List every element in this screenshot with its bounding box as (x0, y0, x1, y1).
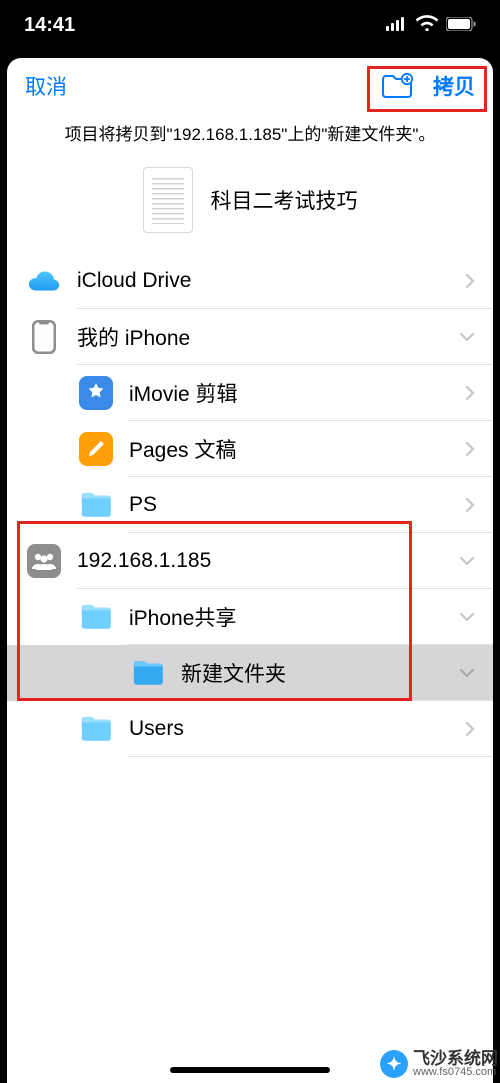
home-indicator[interactable] (170, 1067, 330, 1073)
row-label: Pages 文稿 (115, 434, 465, 464)
folder-icon (131, 656, 165, 690)
sheet-header: 取消 拷贝 (7, 58, 493, 114)
chevron-right-icon (465, 273, 475, 289)
battery-icon (446, 14, 476, 37)
folder-ps[interactable]: PS (7, 477, 493, 533)
folder-imovie[interactable]: iMovie 剪辑 (7, 365, 493, 421)
chevron-right-icon (465, 385, 475, 401)
status-time: 14:41 (24, 14, 75, 37)
chevron-down-icon (459, 668, 475, 678)
pages-icon (79, 432, 113, 466)
document-thumbnail-icon (143, 167, 193, 233)
copy-button[interactable]: 拷贝 (433, 71, 475, 101)
file-preview: 科目二考试技巧 (7, 159, 493, 253)
watermark: ✦ 飞沙系统网 www.fs0745.com (380, 1050, 498, 1079)
row-label: iMovie 剪辑 (115, 378, 465, 408)
subtitle-text: 项目将拷贝到"192.168.1.185"上的"新建文件夹"。 (7, 114, 493, 159)
icloud-icon (27, 264, 61, 298)
chevron-right-icon (465, 721, 475, 737)
row-label: iCloud Drive (63, 269, 465, 293)
row-label: Users (115, 717, 465, 741)
row-label: iPhone共享 (115, 602, 459, 632)
chevron-right-icon (465, 441, 475, 457)
imovie-icon (79, 376, 113, 410)
watermark-title: 飞沙系统网 (413, 1050, 498, 1068)
folder-iphone-share[interactable]: iPhone共享 (7, 589, 493, 645)
new-folder-icon[interactable] (381, 73, 413, 99)
shared-server-icon (27, 544, 61, 578)
folder-users[interactable]: Users (7, 701, 493, 757)
folder-new-folder[interactable]: 新建文件夹 (7, 645, 493, 701)
chevron-down-icon (459, 556, 475, 566)
folder-icon (79, 712, 113, 746)
chevron-down-icon (459, 332, 475, 342)
folder-icon (79, 488, 113, 522)
row-label: PS (115, 493, 465, 517)
wifi-icon (416, 14, 438, 37)
watermark-url: www.fs0745.com (413, 1067, 498, 1079)
location-my-iphone[interactable]: 我的 iPhone (7, 309, 493, 365)
folder-pages[interactable]: Pages 文稿 (7, 421, 493, 477)
cancel-button[interactable]: 取消 (25, 71, 67, 101)
watermark-logo-icon: ✦ (380, 1050, 408, 1078)
location-server[interactable]: 192.168.1.185 (7, 533, 493, 589)
iphone-icon (27, 320, 61, 354)
location-icloud[interactable]: iCloud Drive (7, 253, 493, 309)
row-label: 新建文件夹 (167, 658, 459, 688)
row-label: 192.168.1.185 (63, 549, 459, 573)
file-name: 科目二考试技巧 (211, 185, 358, 215)
chevron-down-icon (459, 612, 475, 622)
signal-icon (386, 14, 408, 37)
location-list: iCloud Drive 我的 iPhone iMovie 剪辑 (7, 253, 493, 757)
folder-icon (79, 600, 113, 634)
row-label: 我的 iPhone (63, 322, 459, 352)
chevron-right-icon (465, 497, 475, 513)
